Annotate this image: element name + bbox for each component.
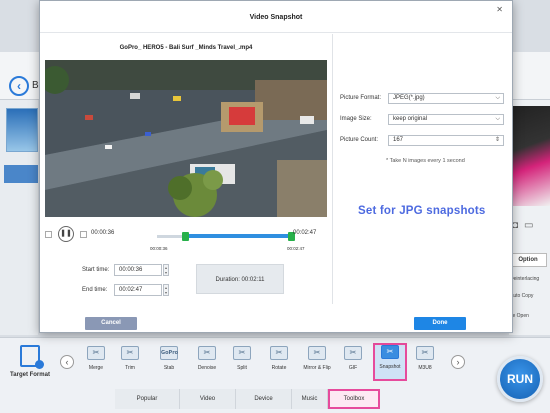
tab-music[interactable]: Music <box>292 389 328 409</box>
video-filename: GoPro_ HERO5 - Bali Surf _Minds Travel_.… <box>119 45 253 51</box>
tool-gif[interactable]: ✂ GIF <box>336 346 370 380</box>
video-snapshot-dialog: Video Snapshot ✕ GoPro_ HERO5 - Bali Sur… <box>39 0 513 333</box>
toolbox-prev-button[interactable]: ‹ <box>60 355 74 369</box>
toolbox-next-button[interactable]: › <box>451 355 465 369</box>
end-time-field[interactable]: 00:02:47 <box>114 284 162 296</box>
tab-device[interactable]: Device <box>236 389 292 409</box>
back-arrow-icon[interactable]: ‹ <box>9 76 29 96</box>
tool-trim[interactable]: ✂ Trim <box>113 346 147 380</box>
tool-label: M3U8 <box>418 365 432 371</box>
preview-image <box>511 106 550 206</box>
tool-label: Rotate <box>271 365 287 371</box>
trim-icon: ✂ <box>121 346 139 360</box>
start-time-label: Start time: <box>82 267 110 273</box>
preview-tools-icon[interactable]: ◘▭ <box>512 220 540 231</box>
rotate-icon: ✂ <box>270 346 288 360</box>
close-icon[interactable]: ✕ <box>496 5 503 14</box>
snapshot-note: * Take N images every 1 second <box>386 158 465 164</box>
checkbox-mark[interactable] <box>80 231 87 238</box>
trim-start-marker: 00:00:36 <box>150 246 168 251</box>
merge-icon: ✂ <box>87 346 105 360</box>
picture-format-label: Picture Format: <box>340 95 382 101</box>
dialog-title: Video Snapshot <box>40 1 512 33</box>
denoise-icon: ✂ <box>198 346 216 360</box>
end-time-label: End time: <box>82 287 108 293</box>
picture-format-select[interactable]: JPEG(*.jpg) ⌵ <box>388 93 504 104</box>
video-thumbnail-secondary[interactable] <box>4 165 38 183</box>
target-format-icon <box>20 345 44 369</box>
tool-label: Mirror & Flip <box>303 365 331 371</box>
video-thumbnail[interactable] <box>6 108 38 152</box>
gif-icon: ✂ <box>344 346 362 360</box>
tool-stab[interactable]: GoPro Stab <box>152 346 186 380</box>
snapshot-icon: ✂ <box>381 345 399 359</box>
cancel-button[interactable]: Cancel <box>85 317 137 330</box>
picture-count-label: Picture Count: <box>340 137 379 143</box>
trim-end-marker: 00:02:47 <box>287 246 305 251</box>
m3u8-icon: ✂ <box>416 346 434 360</box>
tab-popular[interactable]: Popular <box>115 389 180 409</box>
tool-rotate[interactable]: ✂ Rotate <box>262 346 296 380</box>
image-size-value: keep original <box>393 116 428 122</box>
current-time: 00:00:36 <box>91 230 115 236</box>
image-size-select[interactable]: keep original ⌵ <box>388 114 504 125</box>
picture-count-field[interactable]: 167 ⇕ <box>388 135 504 146</box>
mirror-flip-icon: ✂ <box>308 346 326 360</box>
annotation-callout: Set for JPG snapshots <box>358 205 486 217</box>
dropdown-icon: ⌵ <box>495 95 500 101</box>
picture-count-value: 167 <box>393 137 404 143</box>
dropdown-icon: ⌵ <box>495 116 500 122</box>
duration-display: Duration: 00:02:11 <box>196 264 284 294</box>
tool-label: Stab <box>163 365 175 371</box>
done-button[interactable]: Done <box>414 317 466 330</box>
tool-snapshot[interactable]: ✂ Snapshot <box>373 343 407 381</box>
total-time: 00:02:47 <box>293 230 317 236</box>
tool-label: GIF <box>348 365 358 371</box>
end-time-stepper[interactable]: ▴ ▾ <box>163 284 169 296</box>
run-button[interactable]: RUN <box>497 356 543 402</box>
tool-m3u8[interactable]: ✂ M3U8 <box>408 346 442 380</box>
target-format-label: Target Format <box>10 372 50 378</box>
target-format-button[interactable]: Target Format <box>5 345 55 385</box>
split-icon: ✂ <box>233 346 251 360</box>
stepper-icon: ⇕ <box>494 137 500 143</box>
video-frame-image <box>45 60 327 217</box>
start-time-stepper[interactable]: ▴ ▾ <box>163 264 169 276</box>
tool-label: Snapshot <box>379 364 401 370</box>
tool-mirror-flip[interactable]: ✂ Mirror & Flip <box>300 346 334 380</box>
tool-label: Split <box>237 365 247 371</box>
tool-label: Denoise <box>197 365 217 371</box>
gopro-stab-icon: GoPro <box>160 346 178 360</box>
tool-label: Trim <box>125 365 135 371</box>
start-time-field[interactable]: 00:00:36 <box>114 264 162 276</box>
tool-split[interactable]: ✂ Split <box>225 346 259 380</box>
video-preview[interactable] <box>45 60 327 217</box>
category-tabs: Popular Video Device Music Toolbox <box>115 389 445 409</box>
tool-merge[interactable]: ✂ Merge <box>79 346 113 380</box>
tab-toolbox[interactable]: Toolbox <box>328 389 380 409</box>
image-size-label: Image Size: <box>340 116 372 122</box>
option-button[interactable]: Option <box>509 253 547 267</box>
timeline-selection <box>185 234 291 238</box>
pause-icon[interactable]: ❚❚ <box>58 226 74 242</box>
playback-controls: ❚❚ 00:00:36 00:00:36 00:02:47 00:02:47 <box>40 225 332 251</box>
tool-denoise[interactable]: ✂ Denoise <box>190 346 224 380</box>
trim-start-handle[interactable] <box>181 232 189 241</box>
picture-format-value: JPEG(*.jpg) <box>393 95 425 101</box>
tool-label: Merge <box>88 365 104 371</box>
snapshot-settings-panel: Picture Format: JPEG(*.jpg) ⌵ Image Size… <box>333 34 514 304</box>
deinterlacing-checkbox[interactable]: Deinterlacing <box>510 276 539 282</box>
tab-video[interactable]: Video <box>180 389 236 409</box>
checkbox-loop[interactable] <box>45 231 52 238</box>
